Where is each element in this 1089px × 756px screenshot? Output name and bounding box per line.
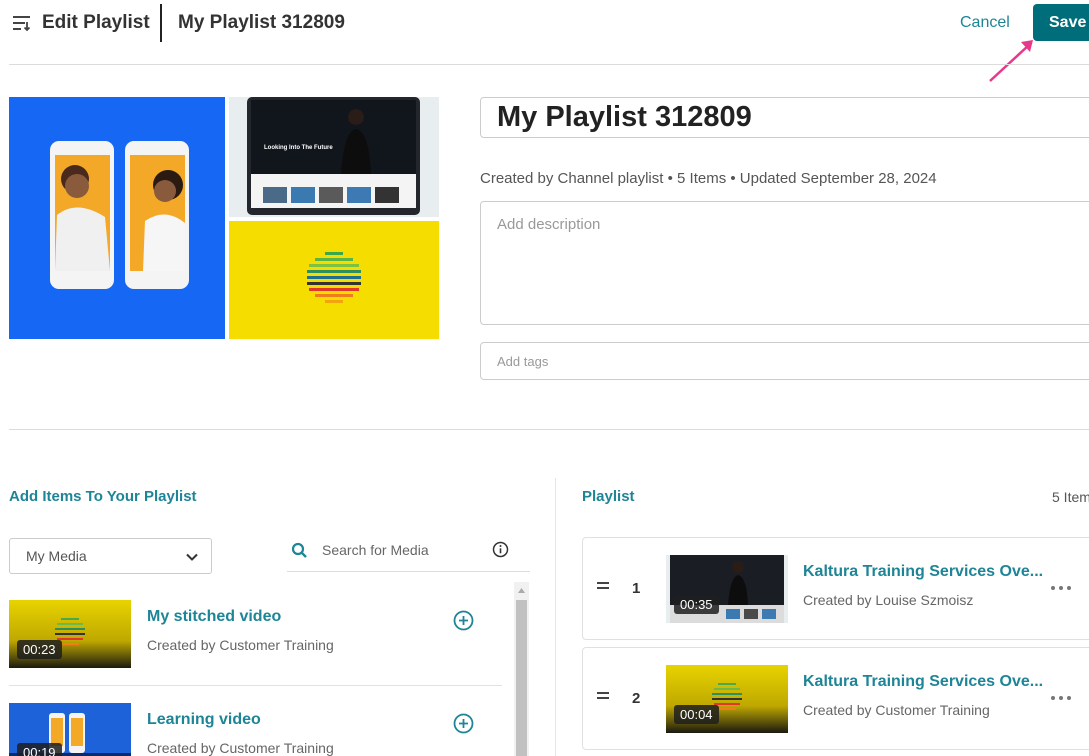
page-title: Edit Playlist (42, 12, 150, 33)
list-item[interactable]: 00:23 My stitched video Created by Custo… (9, 600, 502, 686)
playlist-thumbnail-laptop: Looking Into The Future (229, 97, 439, 217)
description-field[interactable]: Add description (480, 201, 1089, 325)
playlist-entry[interactable]: 2 00:04 Kaltura Training Services Ove...… (582, 647, 1089, 750)
playlist-count: 5 Items (1052, 489, 1089, 505)
chevron-down-icon (186, 553, 198, 561)
duration-badge: 00:19 (17, 743, 62, 756)
header-separator (9, 64, 1089, 65)
list-separator (9, 685, 502, 686)
header-divider (160, 4, 162, 42)
header-playlist-name: My Playlist 312809 (178, 12, 345, 33)
media-thumbnail: 00:23 (9, 600, 131, 668)
add-circle-icon[interactable] (453, 610, 474, 631)
info-icon[interactable] (492, 541, 509, 558)
media-source-dropdown[interactable]: My Media (9, 538, 212, 574)
drag-handle-icon[interactable] (597, 581, 609, 590)
drag-handle-icon[interactable] (597, 691, 609, 700)
entry-creator: Created by Customer Training (803, 702, 990, 718)
entry-index: 1 (632, 580, 641, 597)
playlist-thumbnail-phones (9, 97, 225, 339)
scrollbar-thumb[interactable] (516, 600, 527, 756)
search-icon (291, 542, 307, 558)
sort-lines-icon[interactable] (12, 13, 32, 33)
entry-index: 2 (632, 690, 641, 707)
more-dots-icon[interactable] (1050, 695, 1072, 701)
media-creator: Created by Customer Training (147, 740, 334, 756)
cancel-button[interactable]: Cancel (960, 14, 1010, 32)
media-thumbnail: 00:19 (9, 703, 131, 756)
playlist-meta: Created by Channel playlist • 5 Items • … (480, 170, 937, 187)
duration-badge: 00:04 (674, 705, 719, 724)
entry-title[interactable]: Kaltura Training Services Ove... (803, 673, 1043, 691)
entry-title[interactable]: Kaltura Training Services Ove... (803, 563, 1043, 581)
playlist-name-input[interactable]: My Playlist 312809 (480, 97, 1089, 138)
entry-creator: Created by Louise Szmoisz (803, 592, 974, 608)
duration-badge: 00:35 (674, 595, 719, 614)
entry-thumbnail: 00:35 (666, 555, 788, 623)
media-title[interactable]: My stitched video (147, 608, 281, 626)
playlist-title: Playlist (582, 488, 635, 505)
panel-divider (555, 478, 556, 756)
media-search[interactable]: Search for Media (287, 535, 530, 572)
thumbnail-heading: Looking Into The Future (264, 145, 333, 151)
save-button[interactable]: Save (1033, 4, 1089, 41)
tags-field[interactable]: Add tags (480, 342, 1089, 380)
more-dots-icon[interactable] (1050, 585, 1072, 591)
playlist-thumbnail-logo (229, 221, 439, 339)
media-title[interactable]: Learning video (147, 711, 261, 729)
add-circle-icon[interactable] (453, 713, 474, 734)
list-item[interactable]: 00:19 Learning video Created by Customer… (9, 703, 502, 756)
scroll-up-icon[interactable] (517, 587, 526, 595)
search-input[interactable]: Search for Media (322, 542, 429, 558)
duration-badge: 00:23 (17, 640, 62, 659)
media-creator: Created by Customer Training (147, 637, 334, 653)
playlist-entry[interactable]: 1 00:35 Kaltura Training Services Ove...… (582, 537, 1089, 640)
annotation-arrow (989, 40, 1033, 82)
dropdown-value: My Media (26, 548, 87, 564)
section-separator (9, 429, 1089, 430)
add-items-title: Add Items To Your Playlist (9, 488, 197, 505)
entry-thumbnail: 00:04 (666, 665, 788, 733)
